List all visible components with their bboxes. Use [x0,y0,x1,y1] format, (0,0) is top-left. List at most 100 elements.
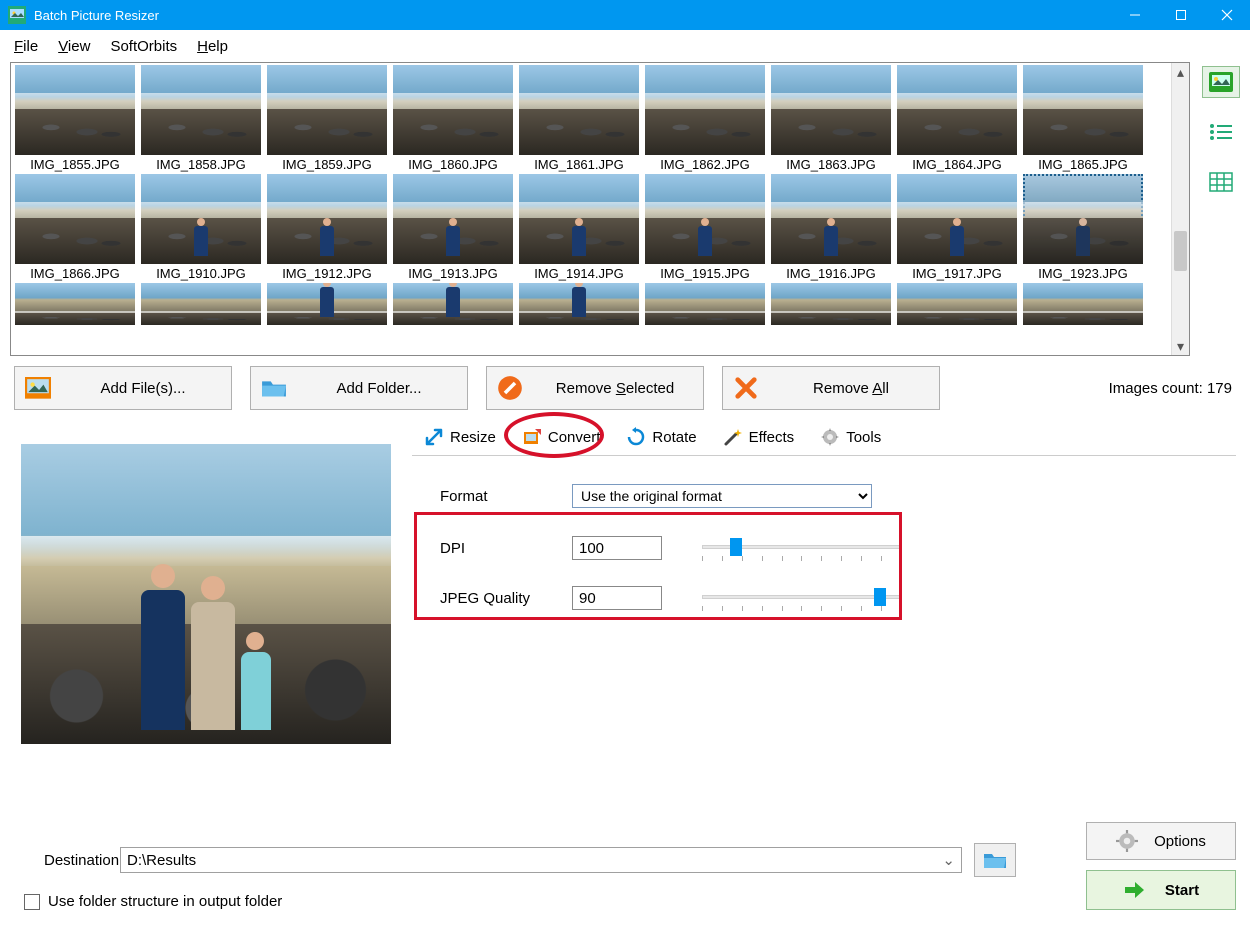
view-list-button[interactable] [1202,116,1240,148]
picture-icon [25,377,51,399]
thumbnail-label: IMG_1912.JPG [282,266,372,281]
destination-value: D:\Results [127,852,196,869]
thumbnail-item[interactable]: IMG_1860.JPG [391,65,515,172]
thumbnail-item[interactable]: IMG_1863.JPG [769,65,893,172]
tab-convert[interactable]: Convert [510,421,613,455]
thumbnail-image [141,283,261,325]
tab-effects[interactable]: Effects [711,421,807,455]
maximize-button[interactable] [1158,0,1204,30]
dpi-input[interactable] [572,536,662,560]
start-button[interactable]: Start [1086,870,1236,910]
thumbnail-label: IMG_1916.JPG [786,266,876,281]
thumbnail-item[interactable]: IMG_1915.JPG [643,174,767,281]
thumbnail-item[interactable] [643,283,767,325]
remove-all-icon [733,377,759,399]
thumbnail-image [645,174,765,264]
thumbnail-item[interactable]: IMG_1865.JPG [1021,65,1145,172]
thumbnail-label: IMG_1865.JPG [1038,157,1128,172]
thumbnail-label: IMG_1859.JPG [282,157,372,172]
thumbnail-image [393,174,513,264]
options-button[interactable]: Options [1086,822,1236,860]
view-mode-strip [1198,62,1244,356]
thumbnail-item[interactable]: IMG_1866.JPG [13,174,137,281]
thumbnail-item[interactable]: IMG_1864.JPG [895,65,1019,172]
thumbnail-item[interactable] [391,283,515,325]
thumbnail-scrollbar[interactable]: ▴ ▾ [1171,63,1189,355]
remove-selected-label: Remove Selected [537,380,693,397]
window-title: Batch Picture Resizer [34,8,1112,23]
thumbnail-item[interactable]: IMG_1912.JPG [265,174,389,281]
menu-softorbits[interactable]: SoftOrbits [102,36,185,57]
remove-all-button[interactable]: Remove All [722,366,940,410]
file-actions-row: Add File(s)... Add Folder... Remove Sele… [0,356,1250,410]
thumbnail-image [267,65,387,155]
browse-destination-button[interactable] [974,843,1016,877]
tab-tools[interactable]: Tools [808,421,893,455]
dpi-label: DPI [440,540,572,557]
thumbnail-image [897,283,1017,325]
thumbnail-item[interactable] [139,283,263,325]
view-thumbnails-button[interactable] [1202,66,1240,98]
thumbnail-label: IMG_1915.JPG [660,266,750,281]
jpeg-quality-slider[interactable] [702,586,902,610]
thumbnail-image [645,283,765,325]
rotate-icon [626,427,646,447]
thumbnail-image [897,65,1017,155]
jpeg-quality-input[interactable] [572,586,662,610]
thumbnail-image [771,65,891,155]
add-files-label: Add File(s)... [65,380,221,397]
thumbnail-item[interactable] [13,283,137,325]
destination-combo[interactable]: D:\Results ⌄ [120,847,962,873]
thumbnail-item[interactable] [1021,283,1145,325]
tools-icon [820,427,840,447]
format-select[interactable]: Use the original format [572,484,872,508]
add-files-button[interactable]: Add File(s)... [14,366,232,410]
thumbnail-image [519,65,639,155]
thumbnail-item[interactable] [769,283,893,325]
menu-view[interactable]: View [50,36,98,57]
thumbnail-image [141,65,261,155]
thumbnail-item[interactable]: IMG_1917.JPG [895,174,1019,281]
thumbnail-item[interactable]: IMG_1916.JPG [769,174,893,281]
thumbnail-image [771,283,891,325]
thumbnail-label: IMG_1914.JPG [534,266,624,281]
add-folder-button[interactable]: Add Folder... [250,366,468,410]
thumbnail-image [393,65,513,155]
dpi-slider[interactable] [702,536,902,560]
thumbnail-item[interactable]: IMG_1914.JPG [517,174,641,281]
thumbnail-item[interactable]: IMG_1861.JPG [517,65,641,172]
remove-selected-button[interactable]: Remove Selected [486,366,704,410]
tab-convert-label: Convert [548,429,601,446]
thumbnail-item[interactable]: IMG_1859.JPG [265,65,389,172]
menu-file[interactable]: File [6,36,46,57]
remove-all-label: Remove All [773,380,929,397]
tab-tools-label: Tools [846,429,881,446]
thumbnail-item[interactable]: IMG_1910.JPG [139,174,263,281]
thumbnail-item[interactable]: IMG_1862.JPG [643,65,767,172]
close-button[interactable] [1204,0,1250,30]
menu-help[interactable]: Help [189,36,236,57]
folder-icon [261,377,287,399]
tab-rotate[interactable]: Rotate [614,421,708,455]
thumbnail-item[interactable] [265,283,389,325]
thumbnail-item[interactable] [895,283,1019,325]
scroll-down-icon[interactable]: ▾ [1172,337,1189,355]
thumbnail-item[interactable]: IMG_1913.JPG [391,174,515,281]
thumbnail-label: IMG_1863.JPG [786,157,876,172]
add-folder-label: Add Folder... [301,380,457,397]
thumbnail-item[interactable] [517,283,641,325]
start-label: Start [1165,882,1199,899]
use-folder-structure-checkbox[interactable] [24,894,40,910]
thumbnail-image [519,174,639,264]
thumbnail-label: IMG_1858.JPG [156,157,246,172]
thumbnail-item[interactable]: IMG_1858.JPG [139,65,263,172]
tab-resize[interactable]: Resize [412,421,508,455]
minimize-button[interactable] [1112,0,1158,30]
title-bar: Batch Picture Resizer [0,0,1250,30]
scroll-up-icon[interactable]: ▴ [1172,63,1189,81]
thumbnail-item[interactable]: IMG_1923.JPG [1021,174,1145,281]
destination-label: Destination [14,852,108,869]
thumbnail-item[interactable]: IMG_1855.JPG [13,65,137,172]
thumbnail-image [15,174,135,264]
view-details-button[interactable] [1202,166,1240,198]
